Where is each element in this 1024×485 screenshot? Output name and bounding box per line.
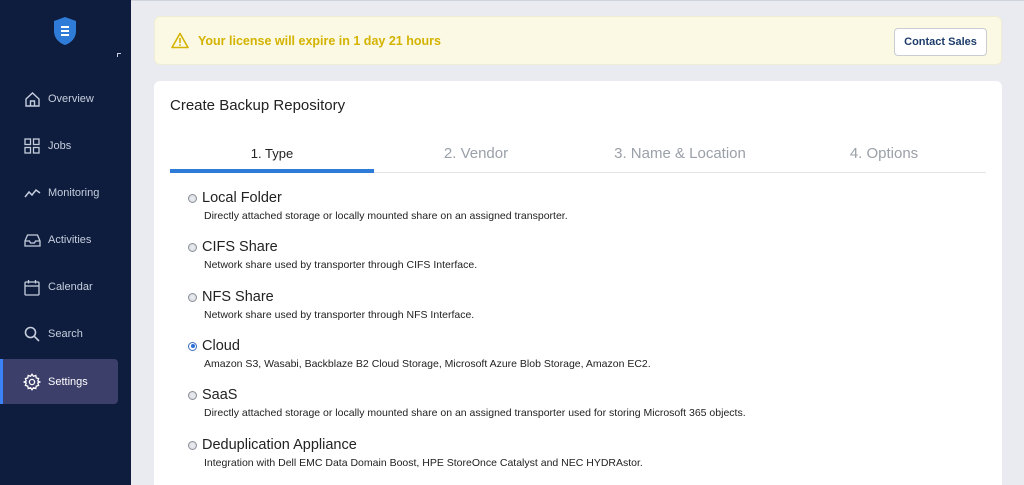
gear-icon xyxy=(23,372,41,391)
sidebar-item-label: Calendar xyxy=(48,281,93,293)
grid-icon xyxy=(23,137,41,155)
option-label: Local Folder xyxy=(202,190,282,206)
radio-cifs-share[interactable] xyxy=(188,242,197,252)
option-row[interactable]: NFS Share xyxy=(188,288,948,306)
radio-local-folder[interactable] xyxy=(188,193,197,203)
option-saas: SaaS Directly attached storage or locall… xyxy=(188,386,948,419)
sidebar: Overview Jobs Monitoring Activities Cale… xyxy=(0,0,131,485)
shield-logo-icon[interactable] xyxy=(52,16,78,46)
option-cifs-share: CIFS Share Network share used by transpo… xyxy=(188,238,948,271)
pulse-icon xyxy=(23,184,41,202)
page-title: Create Backup Repository xyxy=(170,97,346,114)
option-row[interactable]: SaaS xyxy=(188,386,948,404)
sidebar-item-calendar[interactable]: Calendar xyxy=(0,265,131,309)
license-warning-text: Your license will expire in 1 day 21 hou… xyxy=(198,34,441,48)
active-tab-indicator xyxy=(170,169,374,173)
option-row[interactable]: Deduplication Appliance xyxy=(188,436,948,454)
option-description: Directly attached storage or locally mou… xyxy=(204,210,568,222)
calendar-icon xyxy=(23,278,41,296)
contact-sales-button[interactable]: Contact Sales xyxy=(894,28,987,56)
radio-deduplication-appliance[interactable] xyxy=(188,440,197,450)
option-row[interactable]: Cloud xyxy=(188,337,948,355)
sidebar-item-settings[interactable]: Settings xyxy=(0,359,118,404)
tab-vendor[interactable]: 2. Vendor xyxy=(374,135,578,172)
sidebar-item-activities[interactable]: Activities xyxy=(0,218,131,262)
tab-options[interactable]: 4. Options xyxy=(782,135,986,172)
sidebar-item-label: Activities xyxy=(48,234,92,246)
sidebar-item-overview[interactable]: Overview xyxy=(0,77,131,121)
radio-cloud[interactable] xyxy=(188,341,197,351)
option-description: Network share used by transporter throug… xyxy=(204,259,478,271)
option-label: NFS Share xyxy=(202,289,274,305)
sidebar-item-label: Monitoring xyxy=(48,187,100,199)
collapse-sidebar-handle[interactable] xyxy=(117,53,121,57)
sidebar-item-label: Settings xyxy=(48,375,88,388)
radio-nfs-share[interactable] xyxy=(188,292,197,302)
sidebar-item-jobs[interactable]: Jobs xyxy=(0,124,131,168)
inbox-icon xyxy=(23,231,41,249)
option-nfs-share: NFS Share Network share used by transpor… xyxy=(188,288,948,321)
option-local-folder: Local Folder Directly attached storage o… xyxy=(188,189,948,222)
wizard-steps: 1. Type 2. Vendor 3. Name & Location 4. … xyxy=(170,135,986,173)
sidebar-item-monitoring[interactable]: Monitoring xyxy=(0,171,131,215)
option-label: Deduplication Appliance xyxy=(202,437,357,453)
sidebar-item-label: Overview xyxy=(48,93,94,105)
home-icon xyxy=(23,90,41,108)
option-deduplication-appliance: Deduplication Appliance Integration with… xyxy=(188,436,948,469)
option-description: Integration with Dell EMC Data Domain Bo… xyxy=(204,457,643,469)
top-divider xyxy=(131,0,1024,1)
sidebar-item-search[interactable]: Search xyxy=(0,312,131,356)
create-repository-card: Create Backup Repository 1. Type 2. Vend… xyxy=(154,81,1002,485)
option-description: Network share used by transporter throug… xyxy=(204,309,475,321)
license-warning-banner: Your license will expire in 1 day 21 hou… xyxy=(154,16,1002,65)
option-description: Amazon S3, Wasabi, Backblaze B2 Cloud St… xyxy=(204,358,651,370)
tab-type[interactable]: 1. Type xyxy=(170,135,374,172)
option-label: SaaS xyxy=(202,387,238,403)
warning-icon xyxy=(171,32,189,49)
option-row[interactable]: Local Folder xyxy=(188,189,948,207)
option-row[interactable]: CIFS Share xyxy=(188,238,948,256)
option-label: Cloud xyxy=(202,338,240,354)
option-label: CIFS Share xyxy=(202,239,278,255)
search-icon xyxy=(23,325,41,343)
sidebar-item-label: Search xyxy=(48,328,83,340)
sidebar-item-label: Jobs xyxy=(48,140,72,152)
option-cloud: Cloud Amazon S3, Wasabi, Backblaze B2 Cl… xyxy=(188,337,948,370)
tab-name-location[interactable]: 3. Name & Location xyxy=(578,135,782,172)
radio-saas[interactable] xyxy=(188,390,197,400)
option-description: Directly attached storage or locally mou… xyxy=(204,407,746,419)
